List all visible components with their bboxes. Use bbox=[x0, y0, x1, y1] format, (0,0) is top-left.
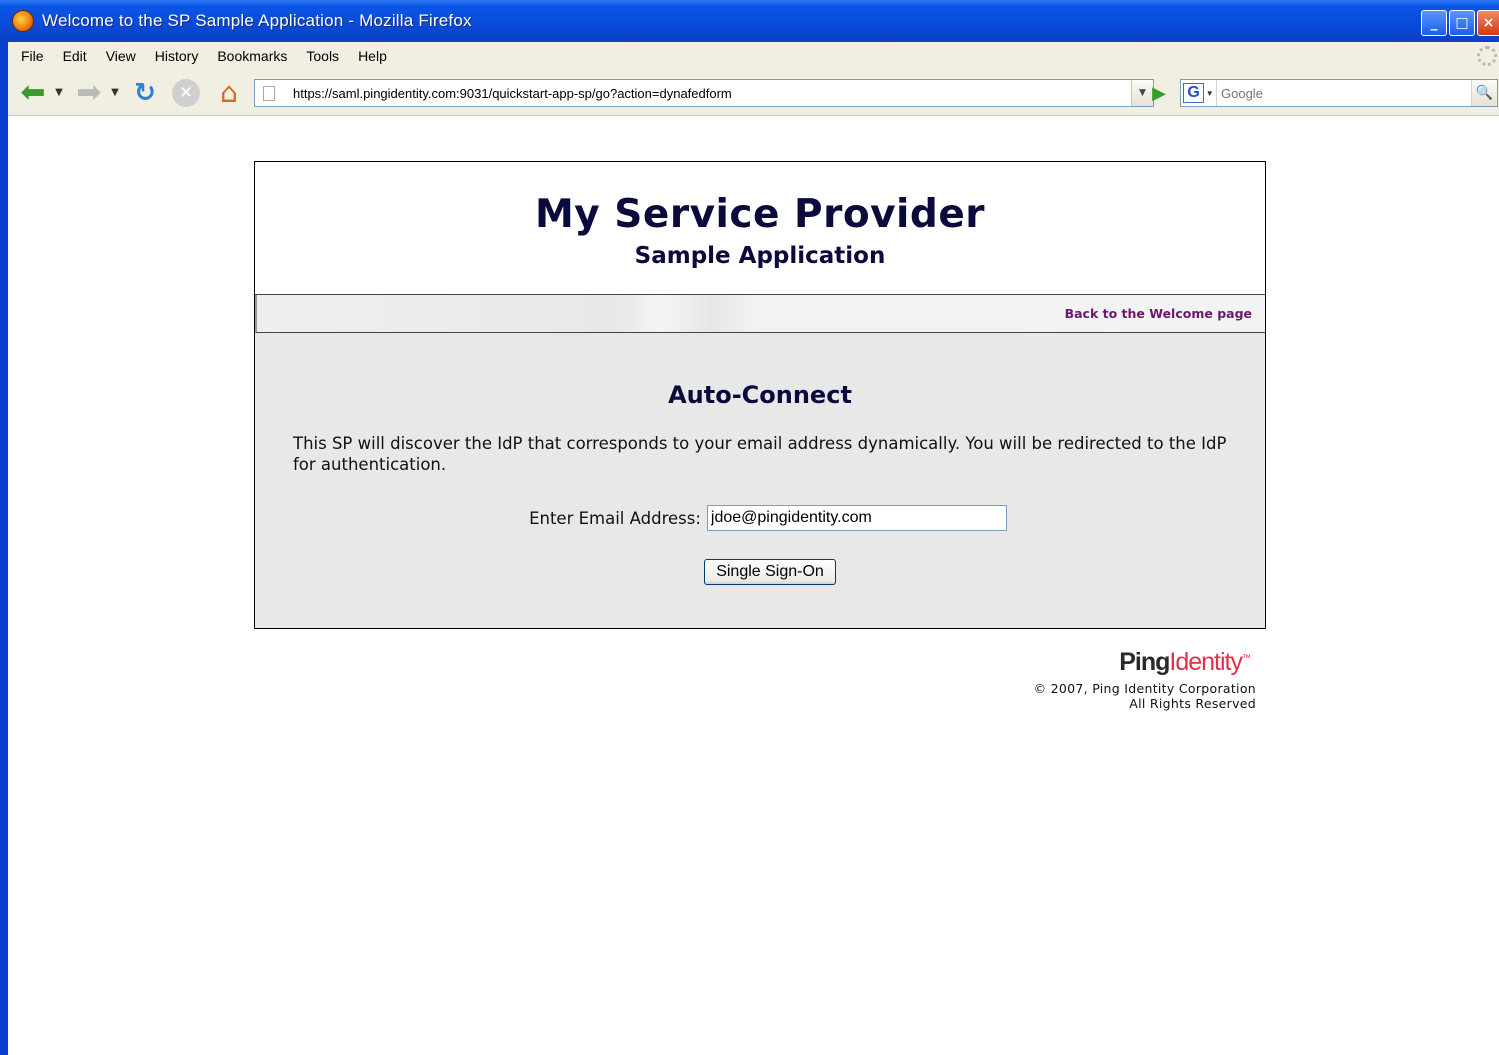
address-bar[interactable]: https://saml.pingidentity.com:9031/quick… bbox=[254, 79, 1154, 107]
email-input[interactable] bbox=[706, 505, 1007, 531]
ping-identity-logo: PingIdentity™ bbox=[900, 648, 1251, 677]
page-header: My Service Provider Sample Application bbox=[255, 162, 1265, 295]
sub-navigation: Back to the Welcome page bbox=[255, 295, 1265, 333]
page-subtitle: Sample Application bbox=[634, 243, 886, 269]
title-bar: Welcome to the SP Sample Application - M… bbox=[0, 0, 1499, 42]
search-bar: G ▼ 🔍 bbox=[1180, 79, 1498, 107]
stop-icon[interactable]: ✕ bbox=[172, 79, 200, 107]
throbber-icon bbox=[1477, 46, 1497, 66]
window-title: Welcome to the SP Sample Application - M… bbox=[42, 11, 472, 30]
back-to-welcome-link[interactable]: Back to the Welcome page bbox=[1065, 306, 1252, 321]
close-button[interactable]: × bbox=[1477, 10, 1499, 36]
logo-identity-text: Identity bbox=[1169, 648, 1243, 676]
back-icon[interactable]: ⬅ bbox=[18, 75, 48, 110]
menu-edit[interactable]: Edit bbox=[63, 48, 87, 64]
button-row: Single Sign-On bbox=[255, 559, 1265, 585]
copyright-text: © 2007, Ping Identity Corporation bbox=[1033, 681, 1256, 696]
search-input[interactable] bbox=[1221, 85, 1461, 101]
maximize-button[interactable]: □ bbox=[1449, 10, 1475, 36]
logo-trademark: ™ bbox=[1242, 652, 1251, 663]
menu-file[interactable]: File bbox=[21, 48, 44, 64]
logo-ping-text: Ping bbox=[1119, 648, 1170, 676]
page-container: My Service Provider Sample Application B… bbox=[254, 161, 1266, 629]
menu-bookmarks[interactable]: Bookmarks bbox=[217, 48, 287, 64]
reload-icon[interactable]: ↻ bbox=[130, 78, 160, 108]
google-engine-icon: G bbox=[1183, 83, 1204, 103]
go-icon[interactable]: ▶ bbox=[1146, 80, 1172, 106]
home-icon[interactable]: ⌂ bbox=[214, 76, 244, 109]
forward-icon[interactable]: ➡ bbox=[74, 75, 104, 110]
auto-connect-panel: Auto-Connect This SP will discover the I… bbox=[255, 333, 1265, 628]
menu-help[interactable]: Help bbox=[358, 48, 387, 64]
menu-history[interactable]: History bbox=[155, 48, 199, 64]
section-heading: Auto-Connect bbox=[668, 381, 852, 409]
firefox-icon bbox=[12, 10, 34, 32]
menu-tools[interactable]: Tools bbox=[306, 48, 339, 64]
menu-view[interactable]: View bbox=[106, 48, 136, 64]
description-text: This SP will discover the IdP that corre… bbox=[293, 434, 1227, 474]
window-controls: _ □ × bbox=[1421, 10, 1499, 36]
search-icon[interactable]: 🔍 bbox=[1471, 80, 1497, 106]
search-engine-selector[interactable]: G ▼ bbox=[1181, 80, 1217, 106]
back-history-dropdown-icon[interactable]: ▼ bbox=[54, 82, 64, 102]
navigation-toolbar: ⬅ ▼ ➡ ▼ ↻ ✕ ⌂ https://saml.pingidentity.… bbox=[8, 70, 1499, 116]
forward-history-dropdown-icon[interactable]: ▼ bbox=[110, 82, 120, 102]
url-text[interactable]: https://saml.pingidentity.com:9031/quick… bbox=[293, 86, 732, 101]
menu-bar: File Edit View History Bookmarks Tools H… bbox=[8, 42, 1499, 70]
email-label: Enter Email Address: bbox=[529, 508, 701, 528]
minimize-button[interactable]: _ bbox=[1421, 10, 1447, 36]
page-footer: PingIdentity™ © 2007, Ping Identity Corp… bbox=[900, 648, 1256, 711]
rights-text: All Rights Reserved bbox=[1129, 696, 1256, 711]
email-form-row: Enter Email Address: bbox=[255, 505, 1265, 531]
engine-dropdown-icon: ▼ bbox=[1205, 88, 1214, 98]
page-icon bbox=[263, 85, 275, 101]
single-sign-on-button[interactable]: Single Sign-On bbox=[704, 559, 836, 585]
page-title: My Service Provider bbox=[534, 192, 986, 237]
